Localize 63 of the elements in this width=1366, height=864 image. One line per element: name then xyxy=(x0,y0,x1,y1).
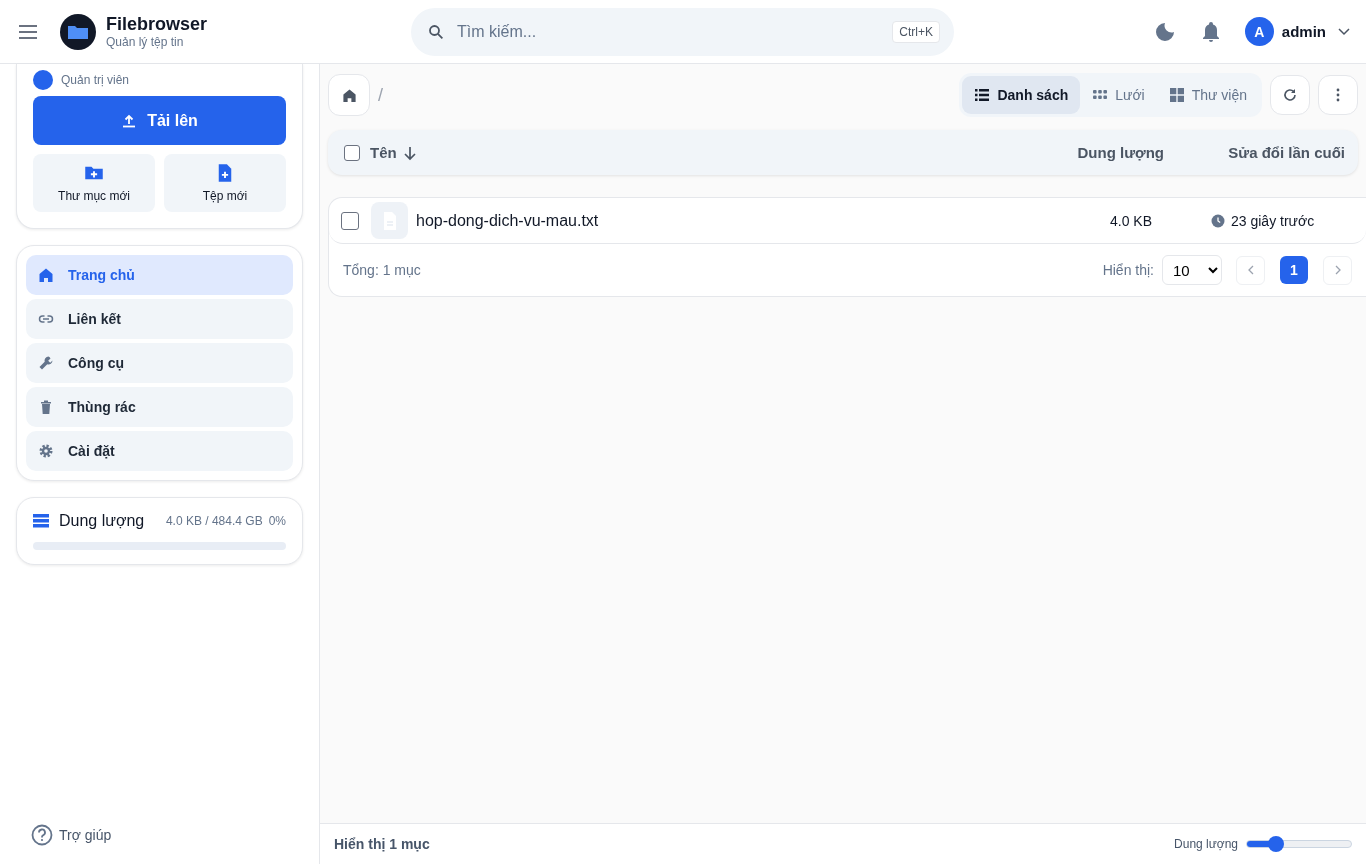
chevron-down-icon xyxy=(1338,27,1350,36)
help-link[interactable]: Trợ giúp xyxy=(16,824,303,846)
menu-icon[interactable] xyxy=(18,23,38,40)
help-label: Trợ giúp xyxy=(59,827,112,843)
column-header[interactable]: Dung lượng xyxy=(1004,144,1164,161)
user-name: admin xyxy=(1281,23,1326,40)
file-name: hop-dong-dich-vu-mau.txt xyxy=(416,211,600,230)
chevron-left-icon xyxy=(1246,265,1255,275)
storage-usage: 4.0 KB / 484.4 GB xyxy=(165,514,263,528)
column-header[interactable]: Tên xyxy=(370,144,1004,161)
storage-icon xyxy=(33,514,49,528)
select-all-checkbox[interactable] xyxy=(344,144,360,161)
chevron-right-icon xyxy=(1333,265,1342,275)
refresh-icon xyxy=(1282,87,1298,103)
column-header[interactable]: Sửa đổi lần cuối xyxy=(1164,144,1345,161)
breadcrumb-separator: / xyxy=(378,84,383,106)
page-size-select[interactable]: 10 xyxy=(1162,255,1222,285)
upload-icon xyxy=(121,112,138,129)
home-icon xyxy=(38,267,54,283)
total-count: Tổng: 1 mục xyxy=(343,262,421,278)
slider-label: Dung lượng xyxy=(1174,837,1238,851)
search-input[interactable]: Tìm kiếm... xyxy=(455,21,893,42)
user-avatar: A xyxy=(1244,17,1274,46)
search-icon xyxy=(427,22,445,41)
refresh-button[interactable] xyxy=(1270,75,1310,115)
row-checkbox[interactable] xyxy=(341,211,359,230)
list-icon xyxy=(974,87,991,103)
file-row[interactable]: hop-dong-dich-vu-mau.txt 4.0 KB 23 giây trước xyxy=(329,198,1366,244)
nav-item[interactable]: Thùng rác xyxy=(26,387,293,427)
wrench-icon xyxy=(38,355,54,371)
user-role: Quản trị viên xyxy=(61,73,130,87)
page-size-label: Hiển thị: xyxy=(1102,262,1154,278)
folder-logo-icon xyxy=(60,13,96,50)
user-menu[interactable]: A admin xyxy=(1244,17,1350,46)
status-text: Hiển thị 1 mục xyxy=(334,836,430,852)
search-field[interactable]: Tìm kiếm... Ctrl+K xyxy=(411,7,954,56)
storage-label: Dung lượng xyxy=(59,512,145,530)
upload-button[interactable]: Tải lên xyxy=(33,96,286,145)
nav-item[interactable]: Trang chủ xyxy=(26,255,293,295)
clock-icon xyxy=(1211,213,1225,228)
view-tab[interactable]: Danh sách xyxy=(962,76,1081,114)
file-size: 4.0 KB xyxy=(1108,212,1152,229)
profile-avatar xyxy=(33,70,53,90)
view-tab[interactable]: Thư viện xyxy=(1156,76,1259,114)
new-file-button[interactable]: Tệp mới xyxy=(164,154,286,212)
shortcut-key: Ctrl+K xyxy=(892,20,940,43)
help-icon xyxy=(31,824,53,846)
app-name: Filebrowser xyxy=(106,13,208,34)
page-button[interactable]: 1 xyxy=(1280,256,1308,284)
modified-time: 23 giây trước xyxy=(1231,212,1315,229)
nav-item[interactable]: Công cụ xyxy=(26,343,293,383)
home-button[interactable] xyxy=(328,74,370,116)
home-icon xyxy=(341,87,357,103)
nav-item[interactable]: Cài đặt xyxy=(26,431,293,471)
nav-item[interactable]: Liên kết xyxy=(26,299,293,339)
view-tab[interactable]: Lưới xyxy=(1080,76,1157,114)
storage-percent: 0% xyxy=(268,514,286,528)
grid-icon xyxy=(1168,87,1185,103)
trash-icon xyxy=(38,399,54,415)
sort-down-icon xyxy=(402,144,417,161)
new-folder-button[interactable]: Thư mục mới xyxy=(33,154,155,212)
app-subtitle: Quản lý tệp tin xyxy=(106,33,185,50)
gear-icon xyxy=(38,443,54,459)
